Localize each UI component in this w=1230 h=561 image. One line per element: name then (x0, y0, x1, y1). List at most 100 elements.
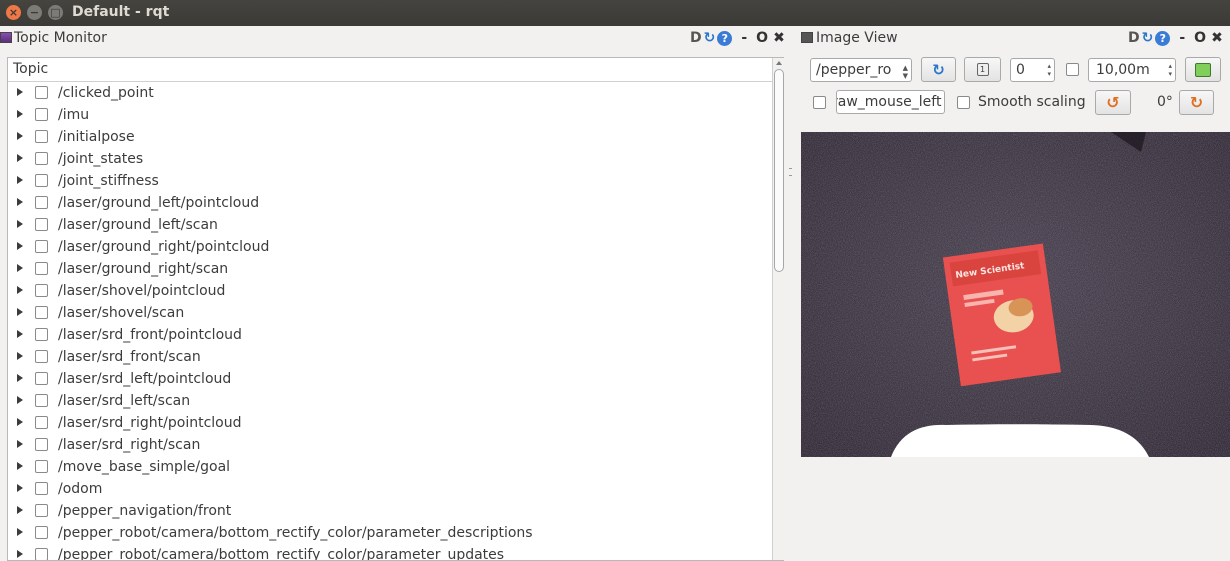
help-icon[interactable]: ? (1155, 30, 1171, 46)
topic-row[interactable]: /pepper_navigation/front (8, 501, 772, 523)
mouse-topic-input[interactable]: raw_mouse_left (836, 90, 945, 114)
spin-arrows-icon[interactable]: ▴ ▾ (1047, 62, 1051, 78)
topic-row[interactable]: /initialpose (8, 127, 772, 149)
topic-checkbox[interactable] (35, 460, 48, 473)
topic-checkbox[interactable] (35, 394, 48, 407)
topic-row[interactable]: /imu (8, 105, 772, 127)
expand-arrow-icon[interactable] (17, 154, 23, 162)
topic-row[interactable]: /joint_stiffness (8, 171, 772, 193)
expand-arrow-icon[interactable] (17, 462, 23, 470)
rotate-left-button[interactable]: ↺ (1095, 90, 1131, 115)
topic-row[interactable]: /laser/srd_left/scan (8, 391, 772, 413)
zoom-1-button[interactable]: 1 (964, 57, 1001, 82)
topic-checkbox[interactable] (35, 152, 48, 165)
close-panel-button[interactable]: ✖ (1211, 30, 1223, 46)
help-icon[interactable]: ? (717, 30, 733, 46)
topic-checkbox[interactable] (35, 504, 48, 517)
window-maximize-button[interactable]: □ (48, 5, 63, 20)
image-topic-select[interactable]: /pepper_ro ▲ ▼ (810, 58, 912, 82)
value-spinbox[interactable]: 0 ▴ ▾ (1010, 58, 1055, 82)
topic-checkbox[interactable] (35, 218, 48, 231)
topic-row[interactable]: /laser/ground_left/scan (8, 215, 772, 237)
dock-d-icon[interactable]: D (1128, 30, 1140, 46)
topic-row[interactable]: /clicked_point (8, 83, 772, 105)
refresh-topics-button[interactable]: ↻ (921, 57, 956, 82)
expand-arrow-icon[interactable] (17, 308, 23, 316)
expand-arrow-icon[interactable] (17, 242, 23, 250)
topic-tree[interactable]: Topic /clicked_point/imu/initialpose/joi… (7, 57, 785, 561)
spin-arrows-icon[interactable]: ▴ ▾ (1168, 62, 1172, 78)
topic-row[interactable]: /laser/srd_left/pointcloud (8, 369, 772, 391)
topic-checkbox[interactable] (35, 262, 48, 275)
topic-checkbox[interactable] (35, 86, 48, 99)
expand-arrow-icon[interactable] (17, 418, 23, 426)
expand-arrow-icon[interactable] (17, 88, 23, 96)
minimize-panel-button[interactable]: - (1179, 30, 1185, 46)
expand-arrow-icon[interactable] (17, 440, 23, 448)
rotate-right-button[interactable]: ↻ (1179, 90, 1214, 115)
expand-arrow-icon[interactable] (17, 506, 23, 514)
dynamic-range-checkbox[interactable] (1066, 63, 1079, 76)
topic-row[interactable]: /joint_states (8, 149, 772, 171)
expand-arrow-icon[interactable] (17, 176, 23, 184)
expand-arrow-icon[interactable] (17, 528, 23, 536)
topic-checkbox[interactable] (35, 526, 48, 539)
topic-row[interactable]: /laser/srd_front/scan (8, 347, 772, 369)
smooth-scaling-checkbox[interactable] (957, 96, 970, 109)
window-minimize-button[interactable]: − (27, 5, 42, 20)
topic-row[interactable]: /laser/shovel/scan (8, 303, 772, 325)
float-panel-button[interactable]: O (756, 30, 768, 46)
expand-arrow-icon[interactable] (17, 264, 23, 272)
expand-arrow-icon[interactable] (17, 330, 23, 338)
topic-row[interactable]: /odom (8, 479, 772, 501)
topic-row[interactable]: /laser/ground_right/scan (8, 259, 772, 281)
topic-checkbox[interactable] (35, 548, 48, 560)
topic-checkbox[interactable] (35, 174, 48, 187)
topic-checkbox[interactable] (35, 328, 48, 341)
topic-checkbox[interactable] (35, 130, 48, 143)
expand-arrow-icon[interactable] (17, 132, 23, 140)
panel-splitter[interactable] (784, 28, 798, 561)
mouse-publish-checkbox[interactable] (813, 96, 826, 109)
window-close-button[interactable]: × (6, 5, 21, 20)
expand-arrow-icon[interactable] (17, 110, 23, 118)
scrollbar-thumb[interactable] (774, 69, 784, 272)
topic-checkbox[interactable] (35, 482, 48, 495)
topic-row[interactable]: /move_base_simple/goal (8, 457, 772, 479)
expand-arrow-icon[interactable] (17, 374, 23, 382)
camera-image[interactable]: New Scientist (801, 132, 1230, 457)
topic-checkbox[interactable] (35, 196, 48, 209)
topic-row[interactable]: /pepper_robot/camera/bottom_rectify_colo… (8, 545, 772, 560)
save-image-button[interactable] (1185, 57, 1221, 82)
scroll-up-arrow-icon[interactable] (776, 61, 782, 65)
reload-icon[interactable]: ↻ (1142, 30, 1154, 46)
topic-row[interactable]: /laser/srd_right/scan (8, 435, 772, 457)
topic-checkbox[interactable] (35, 306, 48, 319)
expand-arrow-icon[interactable] (17, 286, 23, 294)
topic-row[interactable]: /laser/srd_right/pointcloud (8, 413, 772, 435)
topic-row[interactable]: /laser/shovel/pointcloud (8, 281, 772, 303)
expand-arrow-icon[interactable] (17, 352, 23, 360)
topic-row[interactable]: /pepper_robot/camera/bottom_rectify_colo… (8, 523, 772, 545)
expand-arrow-icon[interactable] (17, 220, 23, 228)
expand-arrow-icon[interactable] (17, 550, 23, 558)
float-panel-button[interactable]: O (1194, 30, 1206, 46)
topic-checkbox[interactable] (35, 438, 48, 451)
topic-checkbox[interactable] (35, 372, 48, 385)
topic-column-header[interactable]: Topic (8, 58, 772, 82)
topic-checkbox[interactable] (35, 416, 48, 429)
reload-icon[interactable]: ↻ (704, 30, 716, 46)
expand-arrow-icon[interactable] (17, 396, 23, 404)
topic-row[interactable]: /laser/ground_left/pointcloud (8, 193, 772, 215)
dock-d-icon[interactable]: D (690, 30, 702, 46)
minimize-panel-button[interactable]: - (741, 30, 747, 46)
topic-checkbox[interactable] (35, 240, 48, 253)
topic-checkbox[interactable] (35, 284, 48, 297)
topic-row[interactable]: /laser/srd_front/pointcloud (8, 325, 772, 347)
topic-row[interactable]: /laser/ground_right/pointcloud (8, 237, 772, 259)
expand-arrow-icon[interactable] (17, 198, 23, 206)
expand-arrow-icon[interactable] (17, 484, 23, 492)
max-range-spinbox[interactable]: 10,00m ▴ ▾ (1088, 58, 1176, 82)
topic-checkbox[interactable] (35, 350, 48, 363)
topic-checkbox[interactable] (35, 108, 48, 121)
